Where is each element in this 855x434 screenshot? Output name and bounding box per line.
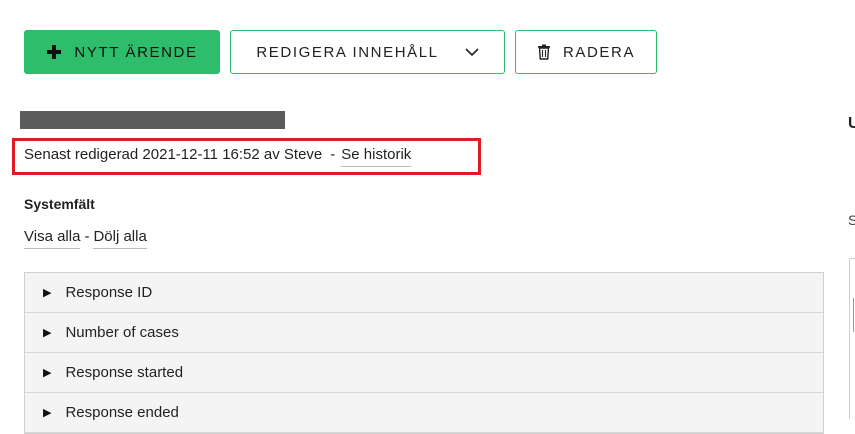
- system-fields-title: Systemfält: [24, 196, 95, 212]
- accordion-item-response-started[interactable]: ▶ Response started: [25, 353, 823, 393]
- accordion-item-label: Response ended: [65, 404, 179, 421]
- edit-content-dropdown[interactable]: REDIGERA INNEHÅLL: [230, 30, 505, 74]
- accordion-item-label: Response ID: [65, 284, 153, 301]
- right-panel-text: S: [848, 212, 855, 228]
- last-edited-line: Senast redigerad 2021-12-11 16:52 av Ste…: [24, 146, 412, 167]
- delete-label: RADERA: [562, 43, 636, 61]
- caret-right-icon: ▶: [43, 367, 52, 379]
- accordion-item-number-of-cases[interactable]: ▶ Number of cases: [25, 313, 823, 353]
- redacted-title: [20, 111, 285, 129]
- last-edited-text: Senast redigerad 2021-12-11 16:52 av Ste…: [24, 146, 323, 163]
- accordion-item-response-id[interactable]: ▶ Response ID: [25, 273, 823, 313]
- hide-all-link[interactable]: Dölj alla: [93, 228, 147, 249]
- new-case-button[interactable]: NYTT ÄRENDE: [24, 30, 220, 74]
- new-case-label: NYTT ÄRENDE: [74, 43, 198, 61]
- history-link[interactable]: Se historik: [341, 146, 412, 167]
- right-panel-heading: U: [848, 115, 855, 132]
- delete-button[interactable]: RADERA: [515, 30, 657, 74]
- trash-icon: [537, 44, 551, 60]
- caret-right-icon: ▶: [43, 287, 52, 299]
- show-hide-controls: Visa alla - Dölj alla: [24, 228, 147, 249]
- dash-separator: -: [84, 228, 90, 245]
- accordion-item-label: Response started: [65, 364, 184, 381]
- accordion-item-label: Number of cases: [65, 324, 179, 341]
- caret-right-icon: ▶: [43, 327, 52, 339]
- separator: -: [330, 146, 336, 163]
- chevron-down-icon: [465, 47, 479, 57]
- caret-right-icon: ▶: [43, 407, 52, 419]
- plus-icon: [46, 44, 62, 60]
- accordion-item-response-ended[interactable]: ▶ Response ended: [25, 393, 823, 433]
- right-panel-box: [849, 258, 855, 419]
- show-all-link[interactable]: Visa alla: [24, 228, 81, 249]
- edit-content-label: REDIGERA INNEHÅLL: [256, 43, 439, 61]
- system-fields-accordion: ▶ Response ID ▶ Number of cases ▶ Respon…: [24, 272, 824, 434]
